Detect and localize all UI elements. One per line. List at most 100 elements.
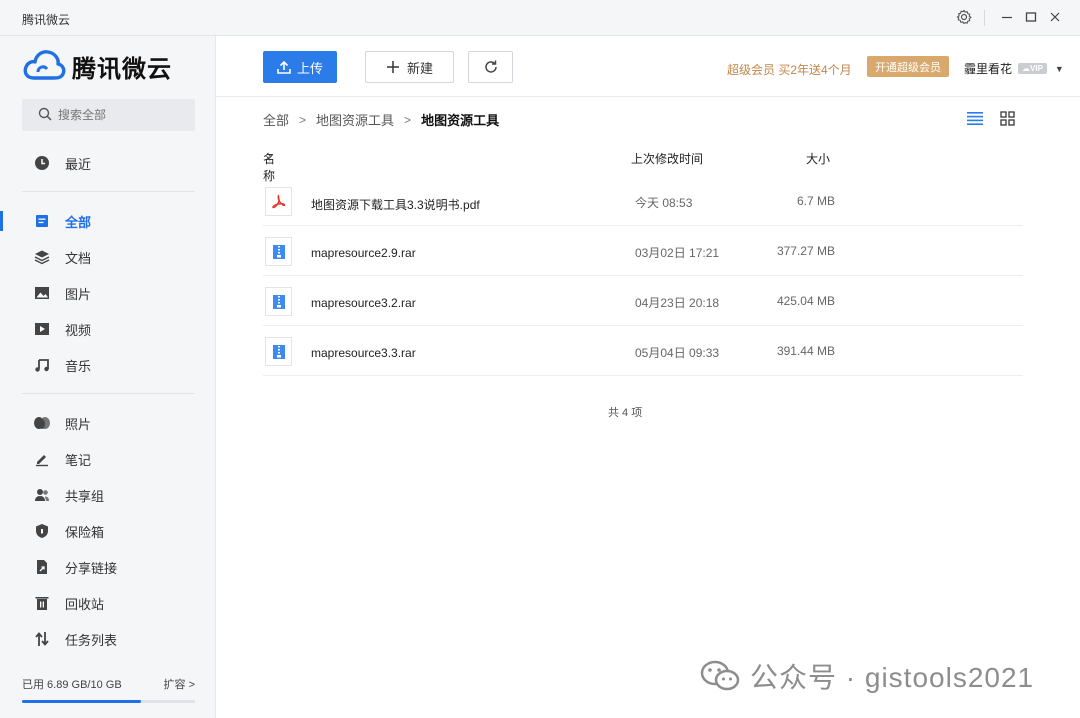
image-icon (33, 284, 51, 302)
upload-label: 上传 (296, 60, 323, 76)
sidebar-item-music[interactable]: 音乐 (0, 347, 216, 383)
sidebar-item-label: 任务列表 (65, 632, 118, 648)
sidebar-item-recycle-bin[interactable]: 回收站 (0, 585, 216, 621)
file-size: 425.04 MB (776, 294, 835, 308)
sidebar-item-photos[interactable]: 照片 (0, 405, 216, 441)
breadcrumb: 全部 > 地图资源工具 > 地图资源工具 (263, 110, 499, 129)
chevron-right-icon: > (299, 112, 307, 127)
sidebar-item-label: 视频 (65, 322, 92, 338)
sort-ascending-icon: ↑ (267, 150, 273, 164)
transfer-icon (33, 630, 51, 648)
new-label: 新建 (406, 60, 433, 76)
file-modified: 03月02日 17:21 (635, 246, 720, 260)
column-header-modified[interactable]: 上次修改时间 (631, 150, 703, 167)
storage-used-label: 已用 6.89 GB/10 GB (22, 679, 122, 691)
search-box[interactable] (22, 99, 195, 131)
close-icon[interactable] (1046, 9, 1064, 27)
share-link-icon (33, 558, 51, 576)
grid-view-icon[interactable] (1000, 111, 1015, 129)
file-table-header: 名称 ↑ 上次修改时间 大小 (263, 150, 1023, 183)
settings-icon[interactable] (955, 9, 973, 27)
breadcrumb-item[interactable]: 全部 (263, 110, 289, 129)
pdf-file-icon (265, 187, 292, 216)
file-count: 共 4 项 (608, 407, 643, 419)
file-row[interactable]: 地图资源下载工具3.3说明书.pdf 今天 08:53 6.7 MB (263, 176, 1023, 226)
sidebar-item-label: 保险箱 (65, 524, 105, 540)
sidebar-item-documents[interactable]: 文档 (0, 239, 216, 275)
column-header-size[interactable]: 大小 (806, 150, 830, 167)
new-button[interactable]: 新建 (365, 51, 454, 83)
sidebar-item-recent[interactable]: 最近 (0, 145, 216, 181)
vip-promo-text[interactable]: 超级会员 买2年送4个月 (727, 61, 852, 78)
clock-icon (33, 154, 51, 172)
sidebar-divider (22, 393, 195, 394)
logo-text: 腾讯微云 (72, 55, 172, 83)
nav-group-files: 全部 文档 图片 视频 音乐 (0, 203, 216, 383)
sidebar-item-task-list[interactable]: 任务列表 (0, 621, 216, 657)
sidebar-item-images[interactable]: 图片 (0, 275, 216, 311)
sidebar-item-label: 共享组 (65, 488, 105, 504)
file-modified: 04月23日 20:18 (635, 296, 720, 310)
archive-file-icon (265, 287, 292, 316)
photos-icon (33, 414, 51, 432)
file-name: mapresource3.3.rar (311, 346, 416, 360)
sidebar-item-label: 音乐 (65, 358, 92, 374)
users-icon (33, 486, 51, 504)
sidebar-item-label: 图片 (65, 286, 92, 302)
search-input[interactable] (58, 108, 178, 122)
refresh-button[interactable] (468, 51, 513, 83)
chevron-right-icon: > (404, 112, 412, 127)
upload-button[interactable]: 上传 (263, 51, 337, 83)
minimize-icon[interactable] (998, 9, 1016, 27)
title-bar-divider (984, 10, 985, 26)
storage-progress-bar (22, 700, 195, 703)
expand-storage-link[interactable]: 扩容 > (164, 676, 195, 692)
cloud-badge-icon: ☁ (1022, 64, 1031, 73)
file-row[interactable]: mapresource3.3.rar 05月04日 09:33 391.44 M… (263, 326, 1023, 376)
sidebar-item-label: 文档 (65, 250, 92, 266)
shield-icon (33, 522, 51, 540)
sidebar-item-safe-box[interactable]: 保险箱 (0, 513, 216, 549)
file-name: 地图资源下载工具3.3说明书.pdf (311, 198, 480, 212)
file-row[interactable]: mapresource3.2.rar 04月23日 20:18 425.04 M… (263, 276, 1023, 326)
archive-file-icon (265, 337, 292, 366)
file-modified: 今天 08:53 (635, 196, 693, 210)
archive-file-icon (265, 237, 292, 266)
sidebar-item-label: 分享链接 (65, 560, 118, 576)
open-vip-button[interactable]: 开通超级会员 (867, 56, 949, 77)
sidebar-item-shared-group[interactable]: 共享组 (0, 477, 216, 513)
file-modified: 05月04日 09:33 (635, 346, 720, 360)
cloud-logo-icon (22, 48, 66, 85)
breadcrumb-current: 地图资源工具 (421, 113, 500, 128)
file-row[interactable]: mapresource2.9.rar 03月02日 17:21 377.27 M… (263, 226, 1023, 276)
window-title: 腾讯微云 (22, 13, 71, 27)
sidebar-item-label: 最近 (65, 156, 92, 172)
list-view-icon[interactable] (967, 111, 983, 128)
toolbar-divider (216, 96, 1080, 97)
username: 霾里看花 (964, 62, 1013, 76)
sidebar-item-all[interactable]: 全部 (0, 203, 216, 239)
music-icon (33, 356, 51, 374)
watermark-text: 公众号 · gistools2021 (750, 662, 1035, 693)
user-menu[interactable]: 霾里看花 ☁VIP ▼ (964, 60, 1064, 77)
sidebar-divider (22, 191, 195, 192)
plus-icon (386, 60, 400, 74)
file-size: 377.27 MB (776, 244, 835, 258)
sidebar-item-label: 笔记 (65, 452, 92, 468)
maximize-icon[interactable] (1022, 9, 1040, 27)
vip-badge: ☁VIP (1018, 63, 1047, 74)
sidebar-item-share-links[interactable]: 分享链接 (0, 549, 216, 585)
storage-usage: 已用 6.89 GB/10 GB 扩容 > (22, 676, 195, 703)
pen-icon (33, 450, 51, 468)
nav-group-tools: 照片 笔记 共享组 保险箱 分享链接 回收站 任务列表 (0, 405, 216, 657)
file-name: mapresource3.2.rar (311, 296, 416, 310)
title-bar: 腾讯微云 (0, 0, 1080, 36)
sidebar-item-video[interactable]: 视频 (0, 311, 216, 347)
nav-group-recent: 最近 (0, 145, 216, 181)
vip-badge-label: VIP (1030, 64, 1043, 73)
breadcrumb-item[interactable]: 地图资源工具 (316, 110, 394, 129)
file-name: mapresource2.9.rar (311, 246, 416, 260)
logo: 腾讯微云 (22, 46, 172, 86)
sidebar-item-notes[interactable]: 笔记 (0, 441, 216, 477)
sidebar: 腾讯微云 最近 全部 文档 (0, 36, 216, 718)
